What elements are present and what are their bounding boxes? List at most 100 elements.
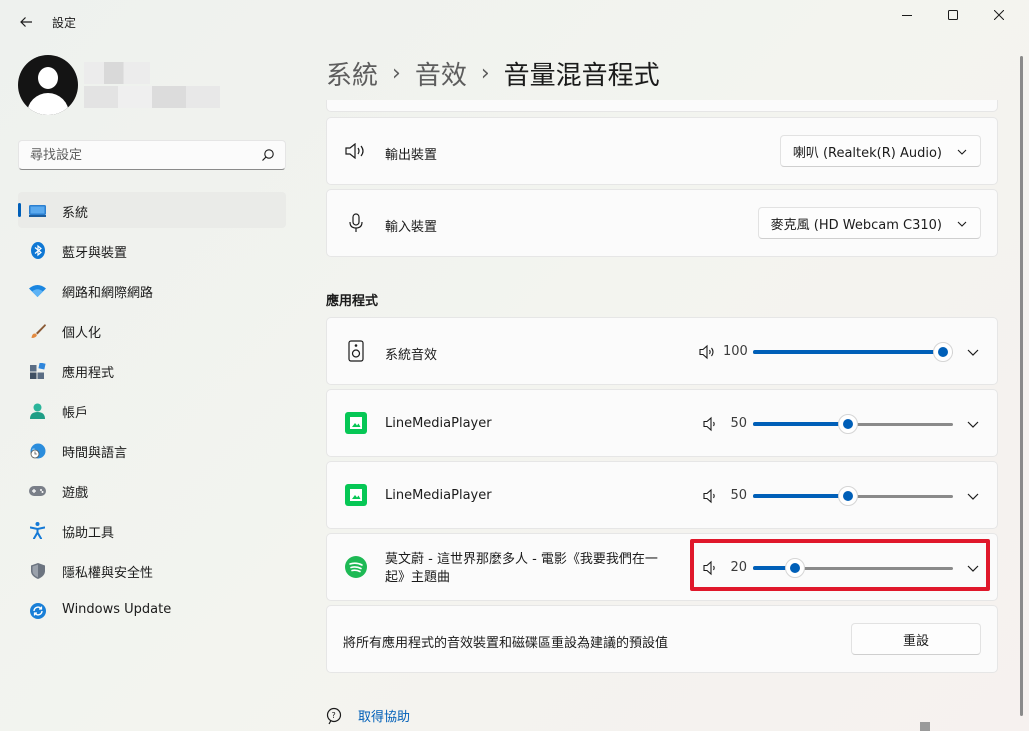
input-device-dropdown[interactable]: 麥克風 (HD Webcam C310) <box>757 207 981 239</box>
expand-button[interactable] <box>965 416 981 432</box>
accessibility-icon <box>29 522 46 539</box>
output-device-dropdown[interactable]: 喇叭 (Realtek(R) Audio) <box>779 135 981 167</box>
volume-slider[interactable] <box>753 414 953 434</box>
sidebar-item-network[interactable]: 網路和網際網路 <box>18 272 286 308</box>
breadcrumb-item-sound[interactable]: 音效 <box>415 55 467 92</box>
breadcrumb-item-system[interactable]: 系統 <box>326 55 378 92</box>
expand-button[interactable] <box>965 560 981 576</box>
sidebar-nav: 系統 藍牙與裝置 網路和網際網路 個人化 應用程式 帳戶 時間與語言 遊戲 協助… <box>18 192 286 632</box>
svg-text:?: ? <box>332 711 336 720</box>
sidebar-item-label: 時間與語言 <box>62 446 128 461</box>
maximize-button[interactable] <box>930 2 976 28</box>
spotify-icon <box>345 556 367 578</box>
sidebar-item-label: 帳戶 <box>62 406 89 421</box>
sidebar-item-time-language[interactable]: 時間與語言 <box>18 432 286 468</box>
back-arrow-icon <box>20 17 32 27</box>
card-partial-top <box>326 100 998 112</box>
sidebar-item-personalization[interactable]: 個人化 <box>18 312 286 348</box>
input-device-value: 麥克風 (HD Webcam C310) <box>770 217 942 233</box>
minimize-button[interactable] <box>884 2 930 28</box>
reset-button[interactable]: 重設 <box>851 623 981 655</box>
windows-update-icon <box>29 602 46 619</box>
breadcrumb-separator: › <box>392 60 401 86</box>
avatar-head <box>38 67 58 89</box>
slider-fill <box>753 350 943 354</box>
app-name: 系統音效 <box>385 348 438 363</box>
apps-icon <box>29 362 46 379</box>
help-link[interactable]: ? 取得協助 <box>326 706 410 725</box>
sidebar-item-label: 協助工具 <box>62 526 115 541</box>
app-name: 莫文蔚 - 這世界那麼多人 - 電影《我要我們在一起》主題曲 <box>385 552 658 585</box>
reset-card: 將所有應用程式的音效裝置和磁碟區重設為建議的預設值 重設 <box>326 605 998 673</box>
search-icon[interactable] <box>261 148 275 162</box>
chevron-down-icon <box>967 421 979 428</box>
sidebar-item-bluetooth[interactable]: 藍牙與裝置 <box>18 232 286 268</box>
sidebar-item-label: 系統 <box>62 206 89 221</box>
bluetooth-icon <box>29 242 46 259</box>
maximize-icon <box>948 10 958 20</box>
app-title: 設定 <box>52 16 77 30</box>
input-device-label: 輸入裝置 <box>385 220 438 235</box>
help-label: 取得協助 <box>358 710 411 725</box>
expand-button[interactable] <box>965 488 981 504</box>
scrollbar[interactable] <box>1020 56 1023 716</box>
blurred-user-name <box>84 62 150 84</box>
output-device-label: 輸出裝置 <box>385 148 438 163</box>
app-name: LineMediaPlayer <box>385 488 492 503</box>
volume-slider[interactable] <box>753 486 953 506</box>
breadcrumb: 系統 › 音效 › 音量混音程式 <box>326 55 660 91</box>
sidebar-item-apps[interactable]: 應用程式 <box>18 352 286 388</box>
expand-button[interactable] <box>965 344 981 360</box>
scroll-indicator <box>920 722 930 731</box>
volume-icon[interactable] <box>703 416 719 432</box>
input-device-card: 輸入裝置 麥克風 (HD Webcam C310) <box>326 189 998 257</box>
app-name: LineMediaPlayer <box>385 416 492 431</box>
slider-fill <box>753 494 848 498</box>
volume-value: 20 <box>730 560 747 575</box>
line-media-player-icon <box>345 412 367 434</box>
app-row-spotify: 莫文蔚 - 這世界那麼多人 - 電影《我要我們在一起》主題曲 20 <box>326 533 998 601</box>
sidebar-item-privacy[interactable]: 隱私權與安全性 <box>18 552 286 588</box>
sidebar-item-windows-update[interactable]: Windows Update <box>18 592 286 628</box>
volume-slider[interactable] <box>753 342 953 362</box>
slider-thumb[interactable] <box>838 486 858 506</box>
back-button[interactable] <box>14 10 38 34</box>
gamepad-icon <box>29 482 46 499</box>
sidebar-item-label: 藍牙與裝置 <box>62 246 128 261</box>
slider-thumb[interactable] <box>785 558 805 578</box>
apps-section-heading: 應用程式 <box>326 294 379 309</box>
slider-thumb[interactable] <box>838 414 858 434</box>
chevron-down-icon <box>957 149 967 155</box>
volume-icon[interactable] <box>703 488 719 504</box>
volume-icon[interactable] <box>703 560 719 576</box>
slider-thumb[interactable] <box>933 342 953 362</box>
volume-icon[interactable] <box>699 344 715 360</box>
volume-value: 50 <box>730 416 747 431</box>
breadcrumb-separator: › <box>480 60 490 86</box>
shield-icon <box>29 562 46 579</box>
line-media-player-icon <box>345 484 367 506</box>
reset-description: 將所有應用程式的音效裝置和磁碟區重設為建議的預設值 <box>343 636 669 651</box>
account-icon <box>29 402 46 419</box>
app-row-system-sounds: 系統音效 100 <box>326 317 998 385</box>
app-row-linemediaplayer: LineMediaPlayer 50 <box>326 461 998 529</box>
sidebar-item-label: 個人化 <box>62 326 102 341</box>
sidebar-item-accounts[interactable]: 帳戶 <box>18 392 286 428</box>
chevron-down-icon <box>967 565 979 572</box>
sidebar-item-label: Windows Update <box>62 602 172 617</box>
avatar-shoulders <box>27 93 69 115</box>
output-device-value: 喇叭 (Realtek(R) Audio) <box>792 145 942 161</box>
sidebar-item-accessibility[interactable]: 協助工具 <box>18 512 286 548</box>
chevron-down-icon <box>957 221 967 227</box>
paintbrush-icon <box>29 322 46 339</box>
volume-value: 50 <box>730 488 747 503</box>
search-input[interactable] <box>19 141 249 169</box>
sidebar-item-gaming[interactable]: 遊戲 <box>18 472 286 508</box>
app-row-linemediaplayer: LineMediaPlayer 50 <box>326 389 998 457</box>
page-title: 音量混音程式 <box>503 60 660 91</box>
volume-slider[interactable] <box>753 558 953 578</box>
sidebar-item-system[interactable]: 系統 <box>18 192 286 228</box>
search-box[interactable] <box>18 140 286 170</box>
avatar[interactable] <box>18 55 78 115</box>
close-button[interactable] <box>976 2 1022 28</box>
